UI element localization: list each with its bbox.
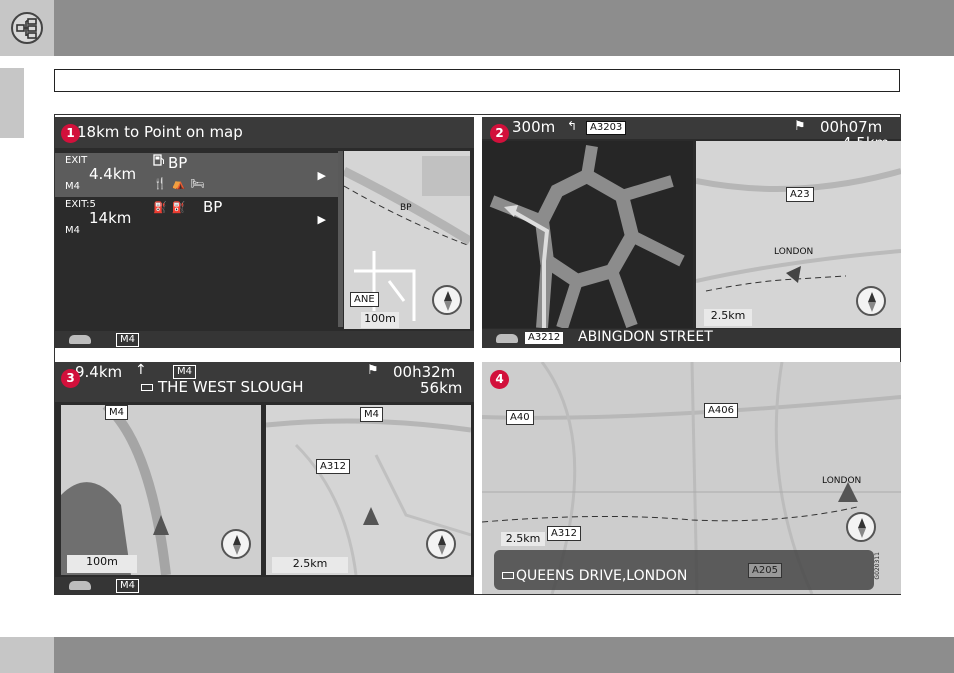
exit-distance: 4.4km	[89, 165, 137, 183]
fuel-pump-icons: ⛽⛽	[153, 201, 191, 214]
map-poi-label: BP	[400, 203, 412, 213]
map-scale: 2.5km	[704, 309, 752, 326]
current-road-shield: M4	[116, 579, 139, 593]
car-icon	[496, 334, 518, 343]
car-icon	[69, 581, 91, 590]
car-icon	[69, 335, 91, 344]
chevron-right-icon: ▶	[317, 169, 326, 182]
scrollbar[interactable]	[338, 151, 343, 327]
fuel-station-icon	[153, 152, 165, 170]
street-sign-icon	[502, 572, 514, 579]
panel-junction-view: 2 300m ↰ A3203 ⚑ 00h07m 4.5km A23 LONDON	[482, 117, 901, 348]
fuel-brand-label: BP	[203, 198, 223, 216]
exit-list-item[interactable]: EXIT:5 14km M4 ⛽⛽ BP ▶	[55, 197, 338, 241]
current-road-shield: M4	[116, 333, 139, 347]
map-view-right[interactable]: M4 A312 2.5km	[266, 405, 471, 575]
panel-number-badge: 3	[61, 369, 80, 388]
map-road-label: A205	[748, 563, 782, 578]
current-street-name: QUEENS DRIVE,LONDON	[516, 568, 688, 584]
compass-icon[interactable]	[426, 529, 456, 559]
map-road-label: M4	[105, 405, 128, 420]
status-bar: M4	[55, 331, 474, 348]
map-scale: 2.5km	[501, 532, 545, 546]
map-view-left[interactable]: M4 100m	[61, 405, 261, 575]
panel-number-badge: 2	[490, 124, 509, 143]
map-road-label: ANE	[350, 292, 379, 307]
next-distance: 9.4km	[75, 363, 123, 381]
chevron-right-icon: ▶	[317, 213, 326, 226]
road-shield: M4	[173, 365, 196, 379]
destination-flag-icon: ⚑	[794, 119, 806, 134]
map-place-label: LONDON	[774, 247, 814, 257]
street-sign-icon	[141, 384, 153, 391]
street-info-bar: QUEENS DRIVE,LONDON A205	[494, 550, 874, 590]
straight-arrow-icon: ↑	[135, 362, 147, 378]
exit-list-item[interactable]: EXIT 4.4km M4 BP 🍴⛺🛏 ▶	[55, 153, 338, 197]
compass-icon[interactable]	[846, 512, 876, 542]
caption-box	[54, 69, 900, 92]
current-street-name: ABINGDON STREET	[578, 329, 713, 345]
map-road-label: M4	[360, 407, 383, 422]
map-view[interactable]: A23 LONDON 2.5km	[696, 141, 901, 328]
map-road-label: A406	[704, 403, 738, 418]
side-tab	[0, 68, 24, 138]
panel-full-map: A40 A406 A312 LONDON 2.5km G020311 4 QUE…	[482, 362, 901, 594]
current-street-name: THE WEST SLOUGH	[158, 378, 304, 396]
map-road-label: A40	[506, 410, 534, 425]
status-bar: A3212 ABINGDON STREET	[482, 329, 901, 348]
map-place-label: LONDON	[822, 476, 862, 486]
image-code: G020311	[874, 552, 881, 580]
exit-road: M4	[65, 181, 80, 192]
exit-road: M4	[65, 225, 80, 236]
destination-distance-header: 18km to Point on map	[77, 123, 243, 141]
junction-view	[482, 141, 693, 328]
fuel-brand-label: BP	[168, 154, 188, 172]
map-road-label: A23	[786, 187, 814, 202]
map-road-label: A312	[547, 526, 581, 541]
top-bar	[0, 0, 954, 56]
destination-flag-icon: ⚑	[367, 363, 379, 378]
map-view[interactable]: ANE BP 100m	[344, 151, 470, 329]
services-icons: 🍴⛺🛏	[153, 177, 210, 190]
turn-arrow-icon: ↰	[567, 119, 578, 133]
navigation-screens-figure: 1 18km to Point on map EXIT 4.4km M4 BP …	[54, 114, 901, 595]
map-road-label: A312	[316, 459, 350, 474]
remaining-distance: 56km	[420, 379, 463, 397]
turn-road-shield: A3203	[586, 121, 627, 135]
map-scale: 100m	[67, 555, 137, 573]
exit-distance: 14km	[89, 209, 132, 227]
status-bar: M4	[55, 577, 474, 594]
map-scale: 100m	[361, 312, 399, 328]
turn-distance: 300m	[512, 118, 556, 136]
map-scale: 2.5km	[272, 557, 348, 573]
panel-split-map: 3 9.4km ↑ M4 THE WEST SLOUGH ⚑ 00h32m 56…	[55, 362, 474, 594]
current-road-shield: A3212	[525, 332, 564, 344]
compass-icon[interactable]	[856, 286, 886, 316]
panel-exit-list: 1 18km to Point on map EXIT 4.4km M4 BP …	[55, 117, 474, 348]
compass-icon[interactable]	[221, 529, 251, 559]
bottom-bar	[0, 637, 954, 673]
compass-icon[interactable]	[432, 285, 462, 315]
chapter-icon	[11, 12, 43, 44]
panel-number-badge: 1	[61, 124, 80, 143]
panel-number-badge: 4	[490, 370, 509, 389]
